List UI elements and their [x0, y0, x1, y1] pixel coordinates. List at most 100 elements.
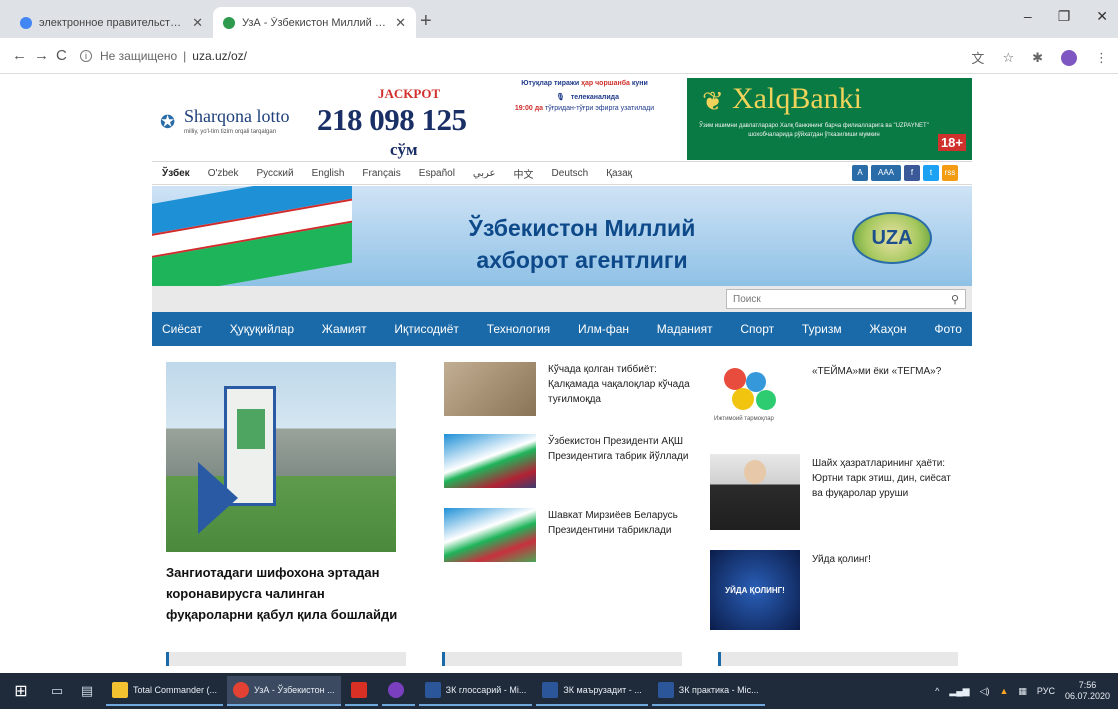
nav-science[interactable]: Илм-фан [578, 322, 629, 336]
notification-icon[interactable]: ▦ [1018, 686, 1027, 697]
tray-chevron-icon[interactable]: ^ [935, 686, 939, 696]
task-view-icon[interactable]: ▭ [42, 683, 72, 699]
lang-english[interactable]: English [312, 168, 345, 179]
tv-promo-ad[interactable]: Ютуқлар тиражи ҳар чоршанба куни 🎙 телек… [497, 80, 672, 158]
featured-news-title[interactable]: Зангиотадаги шифохона эртадан коронавиру… [166, 562, 406, 625]
site-banner[interactable]: Ўзбекистон Миллий ахборот агентлиги UZA [152, 186, 972, 286]
tab-title: УзА - Ўзбекистон Миллий ахбо [242, 16, 388, 29]
nav-economy[interactable]: Иқтисодиёт [394, 322, 459, 336]
bookmark-star-icon[interactable]: ☆ [1002, 50, 1014, 66]
nav-photo[interactable]: Фото [934, 322, 962, 336]
nav-sport[interactable]: Спорт [740, 322, 774, 336]
browser-tab-egov[interactable]: электронное правительство К ✕ [10, 7, 213, 38]
lang-arabic[interactable]: عربي [473, 168, 496, 179]
news-thumbnail[interactable] [444, 434, 536, 488]
bank-name: XalqBanki [732, 82, 862, 115]
input-language[interactable]: РУС [1037, 686, 1055, 696]
news-title[interactable]: Шавкат Мирзиёев Беларусь Президентини та… [548, 508, 698, 538]
close-tab-icon[interactable]: ✕ [192, 15, 203, 31]
close-window-button[interactable]: ✕ [1096, 8, 1108, 25]
volume-icon[interactable]: ◁) [980, 686, 990, 697]
lang-uz-latin[interactable]: O'zbek [208, 168, 239, 179]
nav-politics[interactable]: Сиёсат [162, 322, 202, 336]
taskbar-app-word-1[interactable]: ЗК глоссарий - Mi... [418, 676, 533, 706]
news-item[interactable]: УЙДА ҚОЛИНГ! Уйда қолинг! [710, 550, 970, 630]
jackpot-amount: 218 098 125 [317, 102, 467, 137]
reload-button[interactable]: C [56, 47, 67, 64]
lang-russian[interactable]: Русский [257, 168, 294, 179]
network-icon[interactable]: ▂▄▆ [949, 686, 969, 697]
news-thumbnail[interactable] [710, 454, 800, 530]
lotto-name: Sharqona lotto [184, 106, 290, 126]
bank-ad-text: Ўзим ишимни давлатлараро Халқ банкининг … [699, 123, 929, 138]
nav-society[interactable]: Жамият [322, 322, 367, 336]
file-explorer-icon[interactable]: ▤ [72, 683, 102, 699]
accessibility-icon[interactable]: A [852, 165, 868, 181]
promo-line-2: 19:00 да тўғридан-тўғри эфирга узатилади [514, 105, 655, 112]
search-input[interactable] [733, 293, 951, 305]
nav-law[interactable]: Ҳуқуқийлар [230, 322, 294, 336]
section-header [166, 652, 406, 666]
nav-culture[interactable]: Маданият [657, 322, 713, 336]
magnifier-icon[interactable]: ⚲ [951, 293, 959, 306]
lang-kazakh[interactable]: Қазақ [606, 168, 632, 179]
back-button[interactable]: ← [12, 47, 27, 64]
stay-home-thumbnail[interactable]: УЙДА ҚОЛИНГ! [710, 550, 800, 630]
lang-french[interactable]: Français [362, 168, 400, 179]
security-label: Не защищено [100, 49, 178, 63]
lang-spanish[interactable]: Español [419, 168, 455, 179]
taskbar-app-word-2[interactable]: ЗК маърузадит - ... [536, 676, 648, 706]
address-bar-row: ← → C i Не защищено | uza.uz/oz/ 文 ☆ ✱ ⋮ [0, 38, 1118, 74]
news-thumbnail[interactable] [444, 362, 536, 416]
lang-chinese[interactable]: 中文 [514, 166, 534, 181]
taskbar-app-total-commander[interactable]: Total Commander (... [106, 676, 224, 706]
extensions-icon[interactable]: ✱ [1032, 50, 1043, 66]
news-item[interactable]: Шайх ҳазратларининг ҳаёти: Юртни тарк эт… [710, 454, 970, 530]
section-header [718, 652, 958, 666]
nav-technology[interactable]: Технология [487, 322, 551, 336]
warning-icon[interactable]: ▲ [999, 686, 1008, 696]
social-links: A AAA f t rss [852, 165, 958, 181]
nav-world[interactable]: Жаҳон [869, 322, 906, 336]
news-title[interactable]: Кўчада қолган тиббиёт: Қалқамада чақалоқ… [548, 362, 698, 407]
profile-avatar[interactable] [1061, 49, 1077, 66]
rss-icon[interactable]: rss [942, 165, 958, 181]
total-commander-icon [112, 682, 128, 698]
twitter-icon[interactable]: t [923, 165, 939, 181]
menu-icon[interactable]: ⋮ [1095, 50, 1108, 66]
clock[interactable]: 7:56 06.07.2020 [1065, 680, 1110, 702]
news-item[interactable]: Кўчада қолган тиббиёт: Қалқамада чақалоқ… [444, 362, 704, 418]
news-title[interactable]: «ТЕЙМА»ми ёки «ТЕГМА»? [812, 364, 962, 379]
new-tab-button[interactable]: + [420, 10, 432, 33]
info-icon[interactable]: i [80, 50, 92, 62]
font-size-icon[interactable]: AAA [871, 165, 901, 181]
news-title[interactable]: Уйда қолинг! [812, 552, 962, 567]
lotto-ad[interactable]: ✪ Sharqona lotto milliy, yo'l-tim tizim … [152, 84, 492, 160]
featured-news-image[interactable] [166, 362, 396, 552]
taskbar-app-chrome[interactable]: УзА - Ўзбекистон ... [227, 676, 341, 706]
lang-uz-cyrillic[interactable]: Ўзбек [162, 168, 190, 179]
news-item[interactable]: Ижтимоий тармоқлар «ТЕЙМА»ми ёки «ТЕГМА»… [710, 362, 970, 432]
taskbar-app-pdf[interactable] [344, 676, 378, 706]
minimize-button[interactable]: – [1024, 8, 1032, 25]
news-thumbnail[interactable] [444, 508, 536, 562]
close-tab-icon[interactable]: ✕ [395, 15, 406, 31]
word-icon [542, 682, 559, 698]
translate-icon[interactable]: 文 [971, 48, 984, 67]
news-title[interactable]: Шайх ҳазратларининг ҳаёти: Юртни тарк эт… [812, 456, 962, 501]
lang-german[interactable]: Deutsch [552, 168, 589, 179]
news-item[interactable]: Ўзбекистон Президенти АҚШ Президентига т… [444, 434, 704, 490]
windows-start-icon[interactable]: ⊞ [0, 681, 42, 701]
social-media-thumbnail[interactable]: Ижтимоий тармоқлар [710, 362, 790, 428]
maximize-button[interactable]: ❐ [1058, 8, 1071, 25]
nav-tourism[interactable]: Туризм [802, 322, 842, 336]
taskbar-app-browser[interactable] [381, 676, 415, 706]
xalqbanki-ad[interactable]: ❦ XalqBanki Ўзим ишимни давлатлараро Хал… [687, 78, 972, 160]
taskbar-app-word-3[interactable]: ЗК практика - Mic... [651, 676, 765, 706]
facebook-icon[interactable]: f [904, 165, 920, 181]
news-item[interactable]: Шавкат Мирзиёев Беларусь Президентини та… [444, 508, 704, 564]
browser-tab-uza[interactable]: УзА - Ўзбекистон Миллий ахбо ✕ [213, 7, 416, 38]
news-title[interactable]: Ўзбекистон Президенти АҚШ Президентига т… [548, 434, 698, 464]
forward-button[interactable]: → [34, 47, 49, 64]
url-field[interactable]: i Не защищено | uza.uz/oz/ [80, 43, 1010, 69]
